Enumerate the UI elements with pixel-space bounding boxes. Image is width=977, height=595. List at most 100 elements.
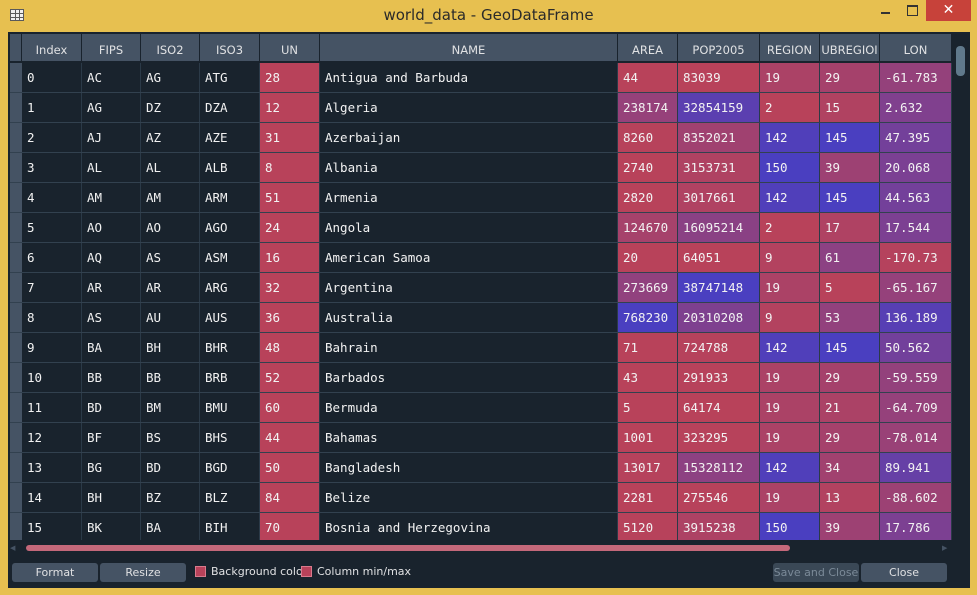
row-header[interactable]: [10, 243, 22, 272]
cell-iso3[interactable]: AZE: [200, 123, 260, 152]
maximize-button[interactable]: [899, 0, 925, 21]
cell-un[interactable]: 70: [260, 513, 320, 540]
cell-name[interactable]: Australia: [320, 303, 618, 332]
cell-index[interactable]: 5: [22, 213, 82, 242]
cell-subregion[interactable]: 29: [820, 363, 880, 392]
cell-un[interactable]: 44: [260, 423, 320, 452]
table-row[interactable]: 10 BB BB BRB 52 Barbados 43 291933 19 29 -59.559: [10, 363, 952, 393]
cell-fips[interactable]: AG: [82, 93, 141, 122]
row-header[interactable]: [10, 453, 22, 482]
cell-iso3[interactable]: BHR: [200, 333, 260, 362]
cell-un[interactable]: 51: [260, 183, 320, 212]
cell-pop2005[interactable]: 64174: [678, 393, 760, 422]
cell-pop2005[interactable]: 291933: [678, 363, 760, 392]
scroll-right-icon[interactable]: ▶: [942, 544, 947, 552]
cell-iso2[interactable]: AS: [141, 243, 200, 272]
cell-subregion[interactable]: 13: [820, 483, 880, 512]
vertical-scrollbar[interactable]: [954, 34, 968, 542]
cell-iso2[interactable]: BB: [141, 363, 200, 392]
column-header-iso3[interactable]: ISO3: [200, 34, 260, 61]
cell-lon[interactable]: -64.709: [880, 393, 952, 422]
cell-lon[interactable]: 89.941: [880, 453, 952, 482]
table-row[interactable]: 12 BF BS BHS 44 Bahamas 1001 323295 19 29 -78.014: [10, 423, 952, 453]
cell-iso2[interactable]: AO: [141, 213, 200, 242]
cell-subregion[interactable]: 61: [820, 243, 880, 272]
cell-un[interactable]: 32: [260, 273, 320, 302]
table-row[interactable]: 11 BD BM BMU 60 Bermuda 5 64174 19 21 -64.709: [10, 393, 952, 423]
cell-iso2[interactable]: AR: [141, 273, 200, 302]
cell-index[interactable]: 9: [22, 333, 82, 362]
cell-un[interactable]: 84: [260, 483, 320, 512]
cell-subregion[interactable]: 15: [820, 93, 880, 122]
cell-area[interactable]: 273669: [618, 273, 678, 302]
cell-name[interactable]: Barbados: [320, 363, 618, 392]
minimize-button[interactable]: [872, 0, 898, 21]
table-row[interactable]: 7 AR AR ARG 32 Argentina 273669 38747148 19 5 -65.…: [10, 273, 952, 303]
cell-lon[interactable]: -59.559: [880, 363, 952, 392]
cell-subregion[interactable]: 39: [820, 513, 880, 540]
column-header-lon[interactable]: LON: [880, 34, 952, 61]
cell-pop2005[interactable]: 3017661: [678, 183, 760, 212]
cell-region[interactable]: 142: [760, 333, 820, 362]
table-row[interactable]: 5 AO AO AGO 24 Angola 124670 16095214 2 17 17.544: [10, 213, 952, 243]
cell-subregion[interactable]: 145: [820, 183, 880, 212]
cell-pop2005[interactable]: 15328112: [678, 453, 760, 482]
column-header-area[interactable]: AREA: [618, 34, 678, 61]
save-and-close-button[interactable]: Save and Close: [773, 563, 859, 582]
cell-region[interactable]: 2: [760, 93, 820, 122]
column-header-iso2[interactable]: ISO2: [141, 34, 200, 61]
cell-pop2005[interactable]: 3153731: [678, 153, 760, 182]
cell-fips[interactable]: AO: [82, 213, 141, 242]
cell-name[interactable]: Angola: [320, 213, 618, 242]
cell-un[interactable]: 60: [260, 393, 320, 422]
cell-area[interactable]: 2281: [618, 483, 678, 512]
cell-pop2005[interactable]: 323295: [678, 423, 760, 452]
cell-area[interactable]: 20: [618, 243, 678, 272]
resize-button[interactable]: Resize: [100, 563, 186, 582]
table-row[interactable]: 8 AS AU AUS 36 Australia 768230 20310208 9 53 136.…: [10, 303, 952, 333]
cell-region[interactable]: 2: [760, 213, 820, 242]
cell-index[interactable]: 0: [22, 63, 82, 92]
cell-pop2005[interactable]: 32854159: [678, 93, 760, 122]
horizontal-scroll-thumb[interactable]: [26, 545, 790, 551]
cell-region[interactable]: 9: [760, 243, 820, 272]
cell-subregion[interactable]: 21: [820, 393, 880, 422]
cell-index[interactable]: 2: [22, 123, 82, 152]
row-header[interactable]: [10, 333, 22, 362]
cell-fips[interactable]: BB: [82, 363, 141, 392]
cell-area[interactable]: 1001: [618, 423, 678, 452]
cell-iso3[interactable]: AGO: [200, 213, 260, 242]
cell-fips[interactable]: AS: [82, 303, 141, 332]
row-header[interactable]: [10, 363, 22, 392]
cell-fips[interactable]: BK: [82, 513, 141, 540]
cell-lon[interactable]: 47.395: [880, 123, 952, 152]
cell-subregion[interactable]: 29: [820, 63, 880, 92]
horizontal-scrollbar[interactable]: ◀ ▶: [10, 542, 954, 554]
cell-name[interactable]: Azerbaijan: [320, 123, 618, 152]
row-header[interactable]: [10, 513, 22, 540]
cell-region[interactable]: 150: [760, 153, 820, 182]
cell-lon[interactable]: -61.783: [880, 63, 952, 92]
cell-pop2005[interactable]: 275546: [678, 483, 760, 512]
cell-un[interactable]: 8: [260, 153, 320, 182]
cell-index[interactable]: 3: [22, 153, 82, 182]
cell-un[interactable]: 36: [260, 303, 320, 332]
cell-iso2[interactable]: BS: [141, 423, 200, 452]
vertical-scroll-thumb[interactable]: [956, 46, 965, 76]
cell-iso2[interactable]: AM: [141, 183, 200, 212]
cell-fips[interactable]: BD: [82, 393, 141, 422]
cell-fips[interactable]: BF: [82, 423, 141, 452]
column-header-un[interactable]: UN: [260, 34, 320, 61]
cell-subregion[interactable]: 17: [820, 213, 880, 242]
close-button[interactable]: Close: [861, 563, 947, 582]
column-minmax-checkbox[interactable]: [301, 566, 312, 577]
close-window-button[interactable]: ✕: [926, 0, 971, 21]
cell-fips[interactable]: AM: [82, 183, 141, 212]
cell-iso3[interactable]: BHS: [200, 423, 260, 452]
cell-area[interactable]: 13017: [618, 453, 678, 482]
row-header[interactable]: [10, 93, 22, 122]
cell-iso3[interactable]: DZA: [200, 93, 260, 122]
cell-iso2[interactable]: BA: [141, 513, 200, 540]
column-header-name[interactable]: NAME: [320, 34, 618, 61]
cell-iso2[interactable]: AU: [141, 303, 200, 332]
